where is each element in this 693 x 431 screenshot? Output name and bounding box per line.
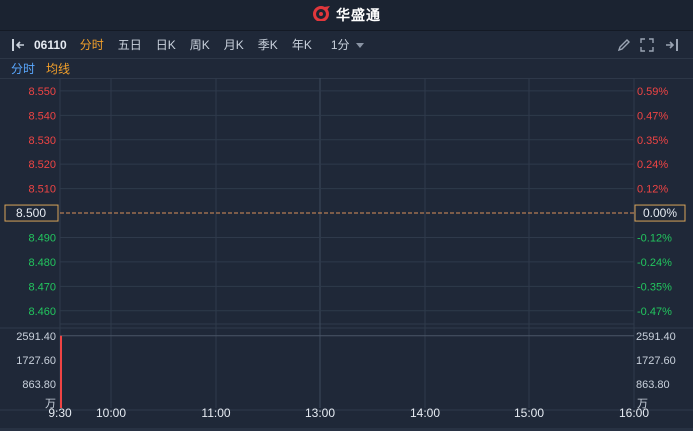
logo-icon (312, 5, 332, 26)
app-header: 华盛通 (0, 0, 693, 31)
brand-name: 华盛通 (336, 7, 381, 23)
time-tick-label: 14:00 (410, 406, 440, 420)
time-tick-label: 13:00 (305, 406, 335, 420)
price-tick-label: 8.520 (28, 159, 56, 171)
time-tick-label: 9:30 (48, 406, 72, 420)
price-tick-label: 8.470 (28, 281, 56, 293)
volume-tick-label: 1727.60 (16, 355, 56, 367)
price-tick-label: 8.530 (28, 135, 56, 147)
time-tick-label: 11:00 (201, 406, 230, 420)
indicator-tabs: 分时 均线 (0, 59, 693, 79)
price-tick-label: 8.460 (28, 306, 56, 318)
pct-tick-label: -0.24% (637, 257, 672, 269)
volume-bar (60, 335, 62, 408)
time-tick-label: 15:00 (514, 406, 544, 420)
price-tick-label: 8.510 (28, 184, 56, 196)
stock-code: 06110 (34, 37, 67, 52)
ref-pct-label: 0.00% (643, 206, 677, 220)
price-tick-label: 8.490 (28, 232, 56, 244)
time-tick-label: 16:00 (619, 406, 649, 420)
pct-tick-label: 0.35% (637, 135, 668, 147)
sub-tab-fenshi[interactable]: 分时 (0, 60, 35, 77)
interval-label: 1分 (330, 38, 350, 52)
price-tick-label: 8.480 (28, 257, 56, 269)
tab-year-k[interactable]: 年K (285, 36, 319, 53)
toolbar-actions (617, 31, 679, 58)
volume-tick-label-right: 2591.40 (636, 331, 676, 343)
volume-tick-label-right: 1727.60 (636, 355, 676, 367)
tab-fenshi[interactable]: 分时 (73, 36, 111, 53)
pct-tick-label: -0.12% (637, 232, 672, 244)
collapse-sidebar-icon[interactable] (8, 38, 30, 52)
tab-week-k[interactable]: 周K (183, 36, 217, 53)
brand-logo: 华盛通 (312, 5, 381, 26)
pct-tick-label: 0.24% (637, 159, 668, 171)
pct-tick-label: 0.12% (637, 184, 668, 196)
pct-tick-label: -0.47% (637, 306, 672, 318)
volume-tick-label: 863.80 (22, 379, 56, 391)
pct-tick-label: 0.59% (637, 86, 668, 98)
volume-tick-label-right: 863.80 (636, 379, 670, 391)
intraday-chart[interactable]: 8.550 0.59% 8.540 0.47% 8.530 0.35% 8.520 0.24%… (0, 78, 693, 428)
tab-five-day[interactable]: 五日 (111, 36, 149, 53)
tab-month-k[interactable]: 月K (217, 36, 251, 53)
price-tick-label: 8.550 (28, 86, 56, 98)
time-tick-label: 10:00 (96, 406, 126, 420)
sub-tab-moving-average[interactable]: 均线 (35, 60, 70, 77)
toolbar: 06110 分时 五日 日K 周K 月K 季K 年K 1分 (0, 31, 693, 59)
expand-icon[interactable] (640, 37, 654, 52)
tab-day-k[interactable]: 日K (149, 36, 183, 53)
pct-tick-label: -0.35% (637, 281, 672, 293)
chevron-down-icon (355, 38, 364, 52)
interval-select[interactable]: 1分 (331, 36, 364, 53)
collapse-right-icon[interactable] (663, 38, 679, 52)
tab-quarter-k[interactable]: 季K (251, 36, 285, 53)
volume-tick-label: 2591.40 (16, 331, 56, 343)
pct-tick-label: 0.47% (637, 110, 668, 122)
ref-price-label: 8.500 (16, 206, 46, 220)
pencil-icon[interactable] (617, 38, 631, 52)
price-tick-label: 8.540 (28, 110, 56, 122)
